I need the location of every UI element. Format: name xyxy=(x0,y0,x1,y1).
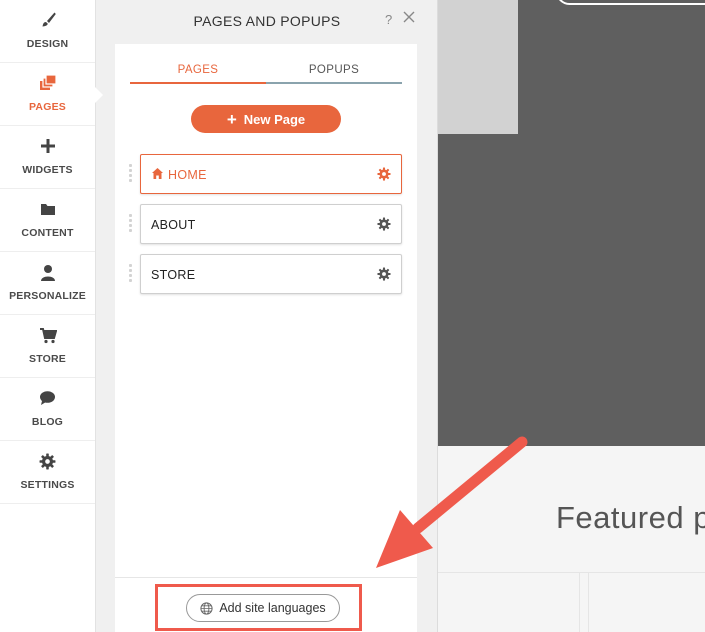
brush-icon xyxy=(0,10,95,30)
annotation-highlight-box xyxy=(155,584,362,631)
page-settings-gear-icon[interactable] xyxy=(377,167,391,181)
page-settings-gear-icon[interactable] xyxy=(377,267,391,281)
nav-item-label: BLOG xyxy=(31,416,64,428)
nav-item-label: SETTINGS xyxy=(20,479,75,491)
nav-item-blog[interactable]: BLOG xyxy=(0,378,95,441)
nav-item-store[interactable]: STORE xyxy=(0,315,95,378)
home-icon xyxy=(151,167,164,180)
nav-item-label: STORE xyxy=(29,353,66,365)
panel-tabs: PAGES POPUPS xyxy=(130,64,402,84)
drag-handle[interactable] xyxy=(129,264,133,284)
nav-item-widgets[interactable]: WIDGETS xyxy=(0,126,95,189)
page-row-about[interactable]: ABOUT xyxy=(140,204,402,244)
nav-item-pages[interactable]: PAGES xyxy=(0,63,103,126)
hero-button-outline xyxy=(556,0,705,5)
tab-popups[interactable]: POPUPS xyxy=(266,64,402,84)
folder-icon xyxy=(0,199,95,219)
nav-item-settings[interactable]: SETTINGS xyxy=(0,441,95,504)
hero-image-placeholder xyxy=(438,0,518,134)
gear-icon xyxy=(0,451,95,471)
new-page-button[interactable]: + New Page xyxy=(191,105,341,133)
site-preview[interactable]: Featured p xyxy=(438,0,705,632)
close-icon[interactable] xyxy=(402,10,416,24)
nav-item-label: PAGES xyxy=(29,101,66,113)
product-column xyxy=(438,573,580,632)
plus-icon xyxy=(0,136,95,156)
nav-item-label: WIDGETS xyxy=(22,164,73,176)
tab-pages[interactable]: PAGES xyxy=(130,64,266,84)
nav-item-label: PERSONALIZE xyxy=(9,290,86,302)
drag-handle[interactable] xyxy=(129,214,133,234)
pages-panel: PAGES AND POPUPS ? PAGES POPUPS + New Pa… xyxy=(96,0,438,632)
nav-item-label: DESIGN xyxy=(26,38,69,50)
new-page-label: New Page xyxy=(243,111,306,127)
page-name: ABOUT xyxy=(151,218,196,232)
nav-item-content[interactable]: CONTENT xyxy=(0,189,95,252)
pages-card: PAGES POPUPS + New Page HOME ABOUT STORE… xyxy=(115,44,417,632)
product-column xyxy=(588,573,705,632)
featured-heading: Featured p xyxy=(556,500,705,535)
pages-icon xyxy=(0,73,95,93)
cart-icon xyxy=(0,325,95,345)
chat-bubble-icon xyxy=(0,388,95,408)
nav-item-design[interactable]: DESIGN xyxy=(0,0,95,63)
page-row-store[interactable]: STORE xyxy=(140,254,402,294)
help-icon[interactable]: ? xyxy=(385,12,392,27)
nav-item-personalize[interactable]: PERSONALIZE xyxy=(0,252,95,315)
page-settings-gear-icon[interactable] xyxy=(377,217,391,231)
page-row-home[interactable]: HOME xyxy=(140,154,402,194)
person-icon xyxy=(0,262,95,282)
page-name: HOME xyxy=(168,168,207,182)
hero-section xyxy=(438,0,705,446)
page-name: STORE xyxy=(151,268,196,282)
drag-handle[interactable] xyxy=(129,164,133,184)
left-navigation: DESIGN PAGES WIDGETS CONTENT PERSONALIZE… xyxy=(0,0,103,632)
plus-icon: + xyxy=(226,109,237,129)
nav-item-label: CONTENT xyxy=(21,227,74,239)
divider xyxy=(115,577,417,578)
